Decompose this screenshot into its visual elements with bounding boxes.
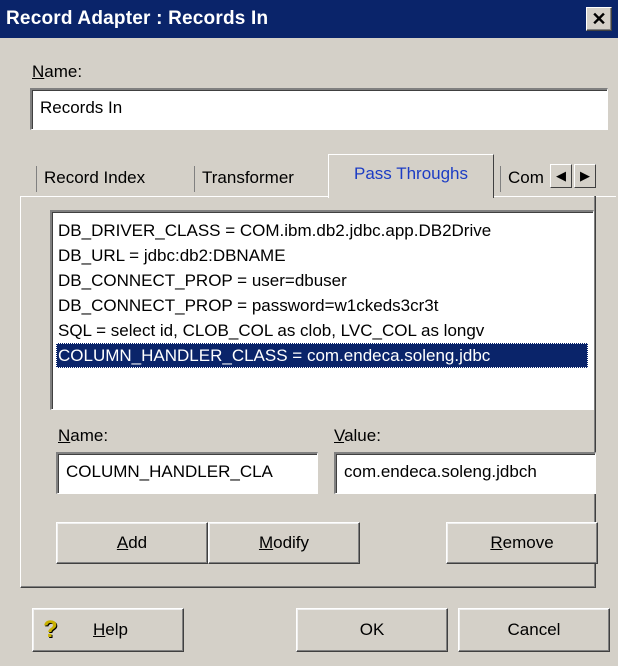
tab-record-index[interactable]: Record Index — [44, 160, 145, 196]
ok-button[interactable]: OK — [296, 608, 448, 652]
arrow-right-icon: ▶ — [580, 168, 590, 183]
modify-button[interactable]: Modify — [208, 522, 360, 564]
help-icon: ? — [43, 616, 58, 643]
tab-scroll-right-button[interactable]: ▶ — [574, 164, 596, 188]
name-label: Name: — [32, 62, 83, 81]
arrow-left-icon: ◀ — [556, 168, 566, 183]
tab-scroll-left-button[interactable]: ◀ — [550, 164, 572, 188]
tab-com[interactable]: Com — [508, 160, 552, 196]
pass-through-list[interactable]: DB_DRIVER_CLASS = COM.ibm.db2.jdbc.app.D… — [50, 210, 594, 410]
list-item[interactable]: DB_DRIVER_CLASS = COM.ibm.db2.jdbc.app.D… — [56, 218, 588, 243]
tab-transformer[interactable]: Transformer — [202, 160, 294, 196]
remove-button[interactable]: Remove — [446, 522, 598, 564]
window-title: Record Adapter : Records In — [6, 8, 269, 29]
pt-value-label: Value: — [334, 426, 381, 445]
list-item[interactable]: DB_CONNECT_PROP = password=w1ckeds3cr3t — [56, 293, 588, 318]
cancel-button[interactable]: Cancel — [458, 608, 610, 652]
title-bar: Record Adapter : Records In ✕ — [0, 0, 618, 38]
tab-pass-throughs[interactable]: Pass Throughs — [328, 154, 494, 198]
list-item[interactable]: DB_CONNECT_PROP = user=dbuser — [56, 268, 588, 293]
pt-name-input[interactable]: COLUMN_HANDLER_CLA — [56, 452, 318, 494]
close-button[interactable]: ✕ — [586, 7, 612, 31]
add-button[interactable]: Add — [56, 522, 208, 564]
help-button[interactable]: ? Help — [32, 608, 184, 652]
close-icon: ✕ — [591, 9, 607, 29]
pt-value-input[interactable]: com.endeca.soleng.jdbch — [334, 452, 596, 494]
pt-name-label: Name: — [58, 426, 109, 445]
name-input[interactable]: Records In — [30, 88, 608, 130]
list-item[interactable]: DB_URL = jdbc:db2:DBNAME — [56, 243, 588, 268]
list-item[interactable]: SQL = select id, CLOB_COL as clob, LVC_C… — [56, 318, 588, 343]
list-item-selected[interactable]: COLUMN_HANDLER_CLASS = com.endeca.soleng… — [56, 343, 588, 368]
